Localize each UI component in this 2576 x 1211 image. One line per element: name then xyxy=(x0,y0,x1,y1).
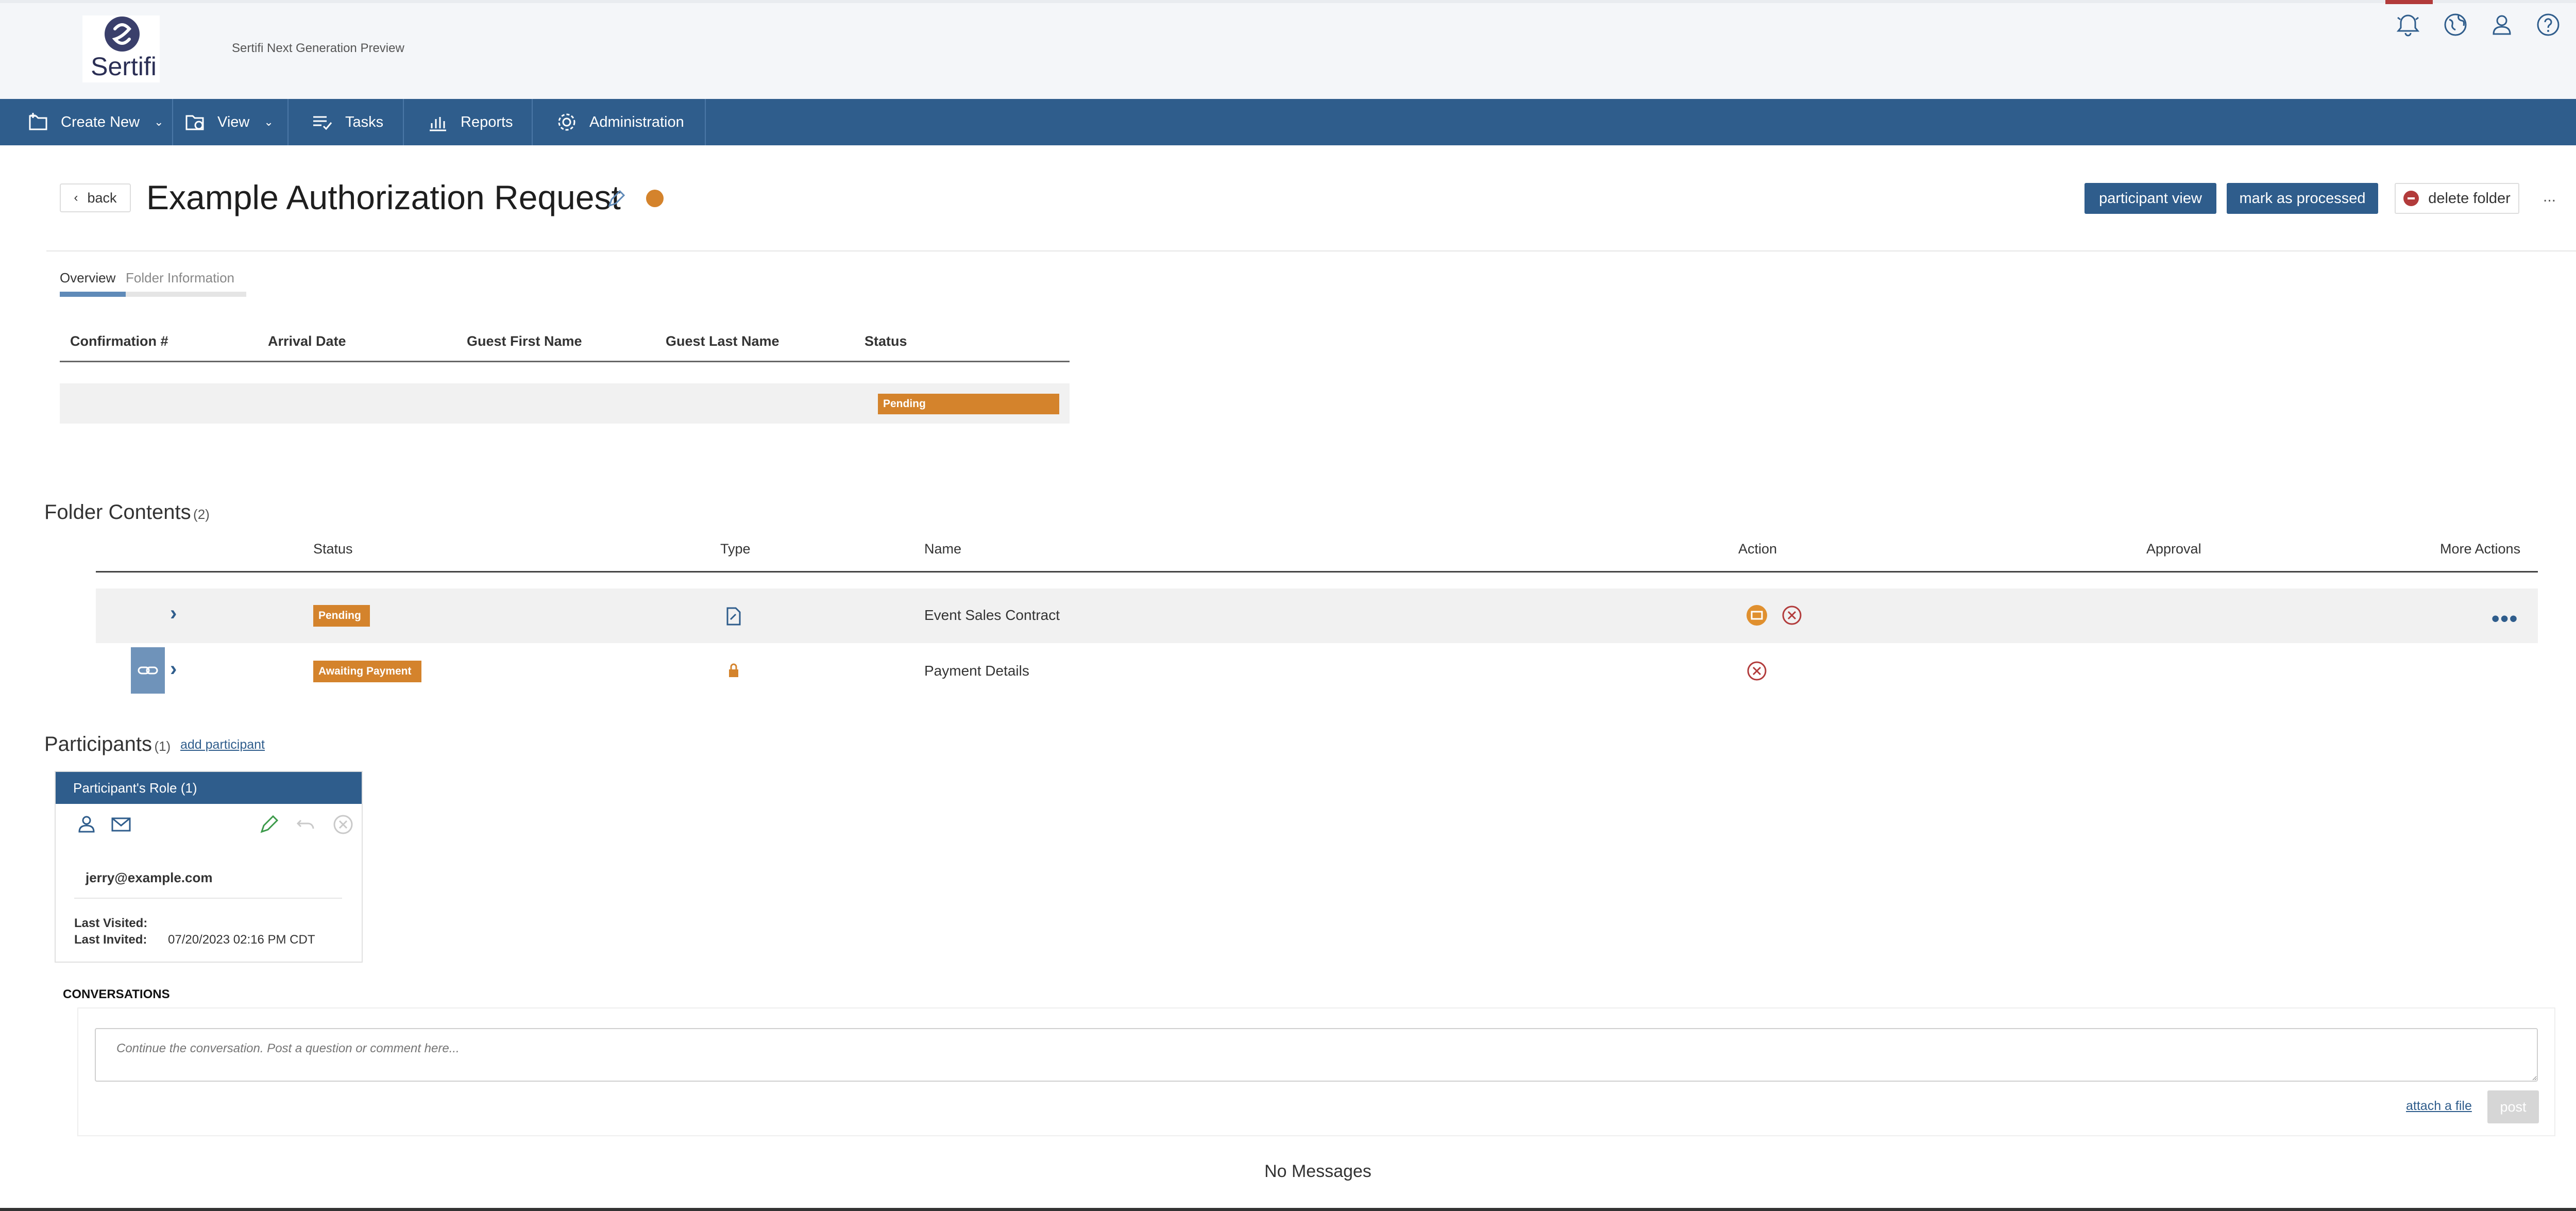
folder-contents-heading: Folder Contents (2) xyxy=(44,501,210,524)
nav-label: Administration xyxy=(589,113,684,130)
page-title: Example Authorization Request xyxy=(146,178,621,216)
status-badge: Pending xyxy=(313,605,370,627)
delete-label: delete folder xyxy=(2428,190,2511,207)
globe-icon[interactable] xyxy=(2441,10,2470,39)
user-icon[interactable] xyxy=(2487,10,2516,39)
participant-email: jerry@example.com xyxy=(86,870,213,885)
participants-heading: Participants (1) xyxy=(44,733,171,756)
view-folder-icon xyxy=(185,115,204,130)
nav-label: Create New xyxy=(61,113,140,130)
expand-chevron-icon[interactable]: › xyxy=(170,602,177,625)
empty-messages-text: No Messages xyxy=(1264,1162,1371,1181)
sertifi-logo-icon xyxy=(105,16,140,52)
cancel-icon[interactable] xyxy=(1747,661,1767,681)
last-visited-label: Last Visited: xyxy=(74,916,148,930)
add-participant-link[interactable]: add participant xyxy=(180,737,265,752)
column-header: Guest First Name xyxy=(467,333,582,349)
nav-view[interactable]: View ⌄ xyxy=(173,99,289,145)
column-header: Approval xyxy=(2146,541,2201,557)
chevron-down-icon: ⌄ xyxy=(264,115,274,128)
remove-participant-icon xyxy=(332,813,354,836)
table-header-line xyxy=(96,571,2538,573)
edit-title-icon[interactable] xyxy=(605,189,626,210)
logo-text: Sertifi xyxy=(91,52,157,81)
delete-folder-button[interactable]: delete folder xyxy=(2395,183,2519,214)
column-header: Name xyxy=(924,541,962,557)
cancel-icon[interactable] xyxy=(1782,605,1802,626)
back-label: back xyxy=(87,190,117,206)
tab-overview[interactable]: Overview xyxy=(60,270,115,286)
email-icon[interactable] xyxy=(110,813,133,836)
undo-icon xyxy=(295,813,317,836)
document-name[interactable]: Event Sales Contract xyxy=(924,607,1060,624)
last-invited-label: Last Invited: xyxy=(74,933,147,947)
nav-label: Tasks xyxy=(345,113,384,130)
column-header: Arrival Date xyxy=(268,333,346,349)
item-count: (2) xyxy=(193,507,210,522)
status-badge: Pending xyxy=(878,394,1059,414)
linked-indicator xyxy=(131,647,165,694)
expand-chevron-icon[interactable]: › xyxy=(170,658,177,681)
link-icon xyxy=(138,666,158,675)
notification-indicator xyxy=(2385,0,2433,4)
gear-icon xyxy=(558,113,575,131)
column-header: Type xyxy=(720,541,751,557)
back-button[interactable]: ‹ back xyxy=(60,183,131,212)
table-row xyxy=(96,588,2538,643)
nav-create-new[interactable]: Create New ⌄ xyxy=(15,99,173,145)
nav-label: Reports xyxy=(461,113,513,130)
edit-participant-icon[interactable] xyxy=(258,813,280,836)
tab-active-indicator xyxy=(60,292,126,297)
tasks-icon xyxy=(313,116,332,130)
attach-file-link[interactable]: attach a file xyxy=(2406,1099,2472,1114)
participant-count: (1) xyxy=(154,738,171,754)
chevron-left-icon: ‹ xyxy=(74,191,78,205)
column-header: Status xyxy=(865,333,907,349)
remove-icon xyxy=(2403,191,2419,206)
post-button[interactable]: post xyxy=(2487,1090,2539,1123)
nav-label: View xyxy=(217,113,250,130)
chart-icon xyxy=(430,117,446,131)
conversation-input[interactable] xyxy=(95,1028,2538,1082)
card-divider xyxy=(74,898,342,899)
app-name: Sertifi Next Generation Preview xyxy=(232,41,404,55)
lock-icon xyxy=(727,663,740,678)
section-title: Folder Contents xyxy=(44,501,191,524)
help-icon[interactable] xyxy=(2534,10,2563,39)
chevron-down-icon: ⌄ xyxy=(154,115,164,128)
tab-folder-information[interactable]: Folder Information xyxy=(126,270,234,286)
sign-icon[interactable] xyxy=(1747,605,1767,626)
nav-reports[interactable]: Reports xyxy=(404,99,533,145)
document-name[interactable]: Payment Details xyxy=(924,663,1029,679)
column-header: Guest Last Name xyxy=(666,333,779,349)
table-header-line xyxy=(60,361,1070,362)
page-bottom-border xyxy=(0,1208,2576,1211)
nav-administration[interactable]: Administration xyxy=(533,99,706,145)
more-actions-icon[interactable]: ••• xyxy=(2492,606,2518,632)
last-invited-value: 07/20/2023 02:16 PM CDT xyxy=(168,933,315,947)
new-folder-icon xyxy=(29,113,47,130)
status-badge: Awaiting Payment xyxy=(313,661,421,682)
conversations-title: CONVERSATIONS xyxy=(63,987,170,1001)
column-header: Status xyxy=(313,541,353,557)
document-icon xyxy=(725,607,742,626)
folder-status-indicator xyxy=(646,190,664,207)
nav-tasks[interactable]: Tasks xyxy=(289,99,404,145)
column-header: More Actions xyxy=(2440,541,2521,557)
column-header: Action xyxy=(1738,541,1777,557)
bell-icon[interactable] xyxy=(2394,10,2422,39)
column-header: Confirmation # xyxy=(70,333,168,349)
section-title: Participants xyxy=(44,733,152,755)
more-options-button[interactable]: ... xyxy=(2543,188,2556,206)
participant-user-icon[interactable] xyxy=(75,813,98,836)
header-divider xyxy=(46,250,2576,251)
participant-view-button[interactable]: participant view xyxy=(2084,183,2216,214)
participant-role-header: Participant's Role (1) xyxy=(56,772,362,804)
mark-as-processed-button[interactable]: mark as processed xyxy=(2227,183,2378,214)
